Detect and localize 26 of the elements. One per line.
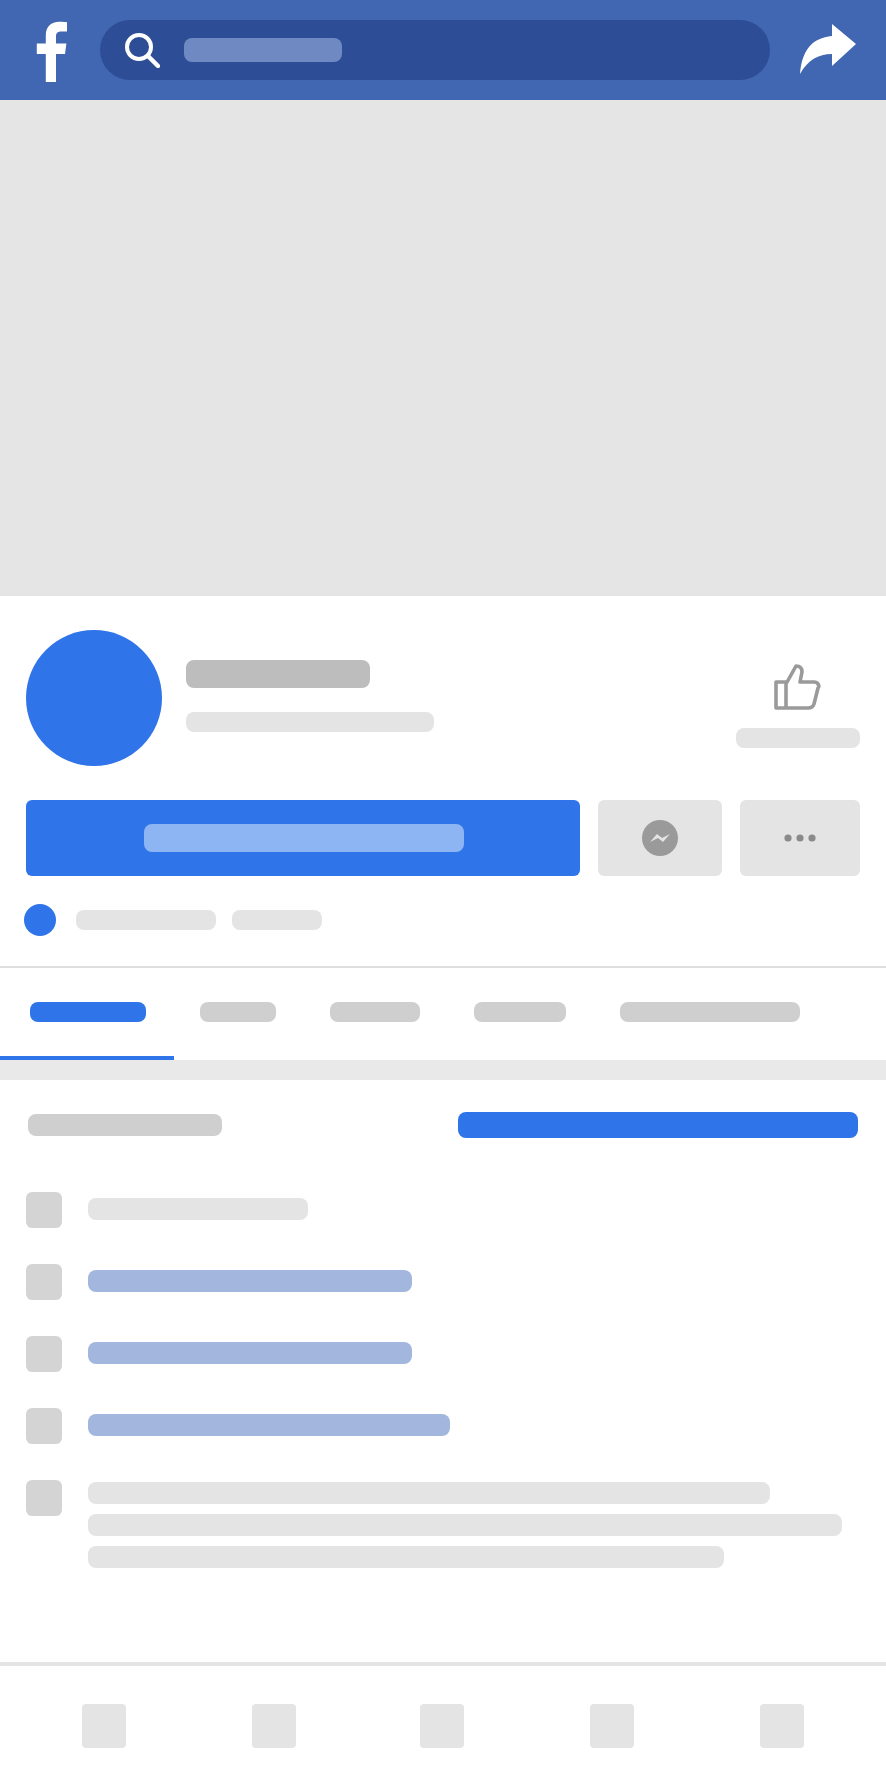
- row-icon: [26, 1408, 62, 1444]
- info-placeholder: [232, 910, 322, 930]
- info-placeholder: [76, 910, 216, 930]
- messenger-icon: [640, 818, 681, 858]
- more-button[interactable]: [740, 800, 860, 876]
- link-placeholder[interactable]: [88, 1414, 450, 1436]
- thumbs-up-icon[interactable]: [772, 660, 824, 712]
- row-icon: [26, 1192, 62, 1228]
- search-icon: [124, 32, 160, 68]
- nav-icon[interactable]: [590, 1703, 635, 1747]
- primary-button[interactable]: [26, 800, 581, 876]
- search-field[interactable]: [100, 20, 770, 80]
- nav-icon[interactable]: [420, 1703, 465, 1747]
- see-all-link[interactable]: [458, 1112, 858, 1138]
- row-icon: [26, 1480, 62, 1516]
- row-icon: [26, 1336, 62, 1372]
- row-icon: [26, 1264, 62, 1300]
- nav-icon[interactable]: [251, 1703, 296, 1747]
- message-button[interactable]: [598, 800, 723, 876]
- likes-placeholder: [736, 728, 860, 748]
- share-icon[interactable]: [798, 24, 858, 76]
- nav-icon[interactable]: [759, 1703, 804, 1747]
- more-icon: [784, 834, 817, 842]
- link-placeholder[interactable]: [88, 1342, 412, 1364]
- nav-icon[interactable]: [82, 1703, 127, 1747]
- link-placeholder[interactable]: [88, 1270, 412, 1292]
